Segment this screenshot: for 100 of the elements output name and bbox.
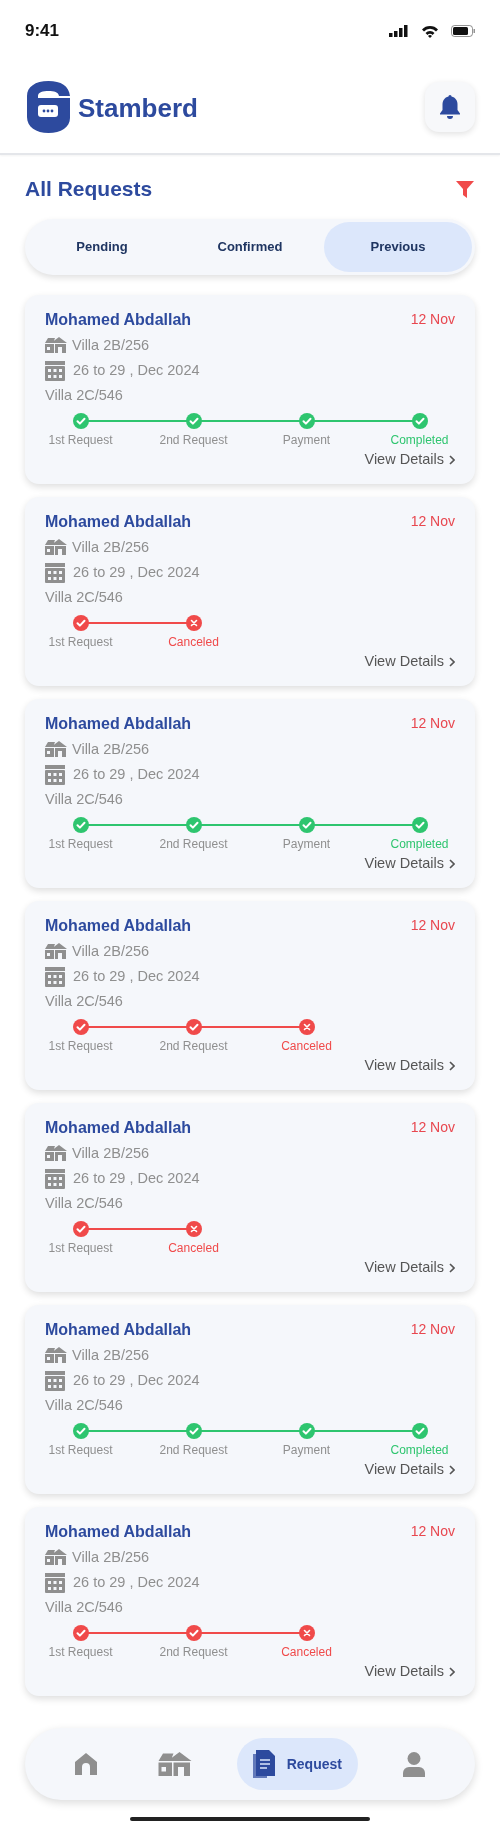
view-details-link[interactable]: View Details <box>364 1660 455 1683</box>
calendar-icon <box>45 1169 65 1190</box>
step-label: 1st Request <box>48 1441 113 1459</box>
unit-name: Villa 2C/546 <box>45 1194 123 1213</box>
chevron-right-icon <box>449 454 455 465</box>
unit-name: Villa 2C/546 <box>45 992 123 1011</box>
view-details-link[interactable]: View Details <box>364 1256 455 1279</box>
wifi-icon <box>421 24 439 38</box>
houses-icon <box>45 337 67 354</box>
houses-icon <box>45 1347 67 1364</box>
stay-dates: 26 to 29 , Dec 2024 <box>73 765 200 785</box>
filter-button[interactable] <box>455 178 475 199</box>
request-card[interactable]: Mohamed Abdallah 12 Nov Villa 2B/256 26 to 29 , Dec 2024 Villa 2C/546 1st Request 2nd Request Canceled View Details <box>25 900 475 1090</box>
stay-dates: 26 to 29 , Dec 2024 <box>73 1169 200 1189</box>
nav-tab[interactable]: Request <box>236 1738 358 1790</box>
step-label: Completed <box>390 1441 449 1459</box>
profile-icon <box>402 1751 425 1777</box>
step-label: Payment <box>282 431 331 449</box>
request-card[interactable]: Mohamed Abdallah 12 Nov Villa 2B/256 26 to 29 , Dec 2024 Villa 2C/546 1st Request 2nd Request Canceled View Details <box>25 1506 475 1696</box>
stay-dates: 26 to 29 , Dec 2024 <box>73 563 200 583</box>
property-name: Villa 2B/256 <box>72 1547 150 1567</box>
step-label: 1st Request <box>48 633 113 651</box>
chevron-right-icon <box>449 1262 455 1273</box>
guest-name: Mohamed Abdallah <box>45 713 192 734</box>
step-label: Payment <box>282 1441 331 1459</box>
step-label: 1st Request <box>48 1037 113 1055</box>
unit-name: Villa 2C/546 <box>45 588 123 607</box>
chevron-right-icon <box>449 656 455 667</box>
tab[interactable]: Confirmed <box>176 221 324 272</box>
page-title: All Requests <box>25 176 153 202</box>
battery-icon <box>451 25 475 37</box>
step-label: Completed <box>390 431 449 449</box>
chevron-right-icon <box>449 1666 455 1677</box>
step-label: Canceled <box>168 633 219 651</box>
view-details-link[interactable]: View Details <box>364 852 455 875</box>
step-label: Canceled <box>168 1239 219 1257</box>
request-date: 12 Nov <box>410 1118 455 1137</box>
chevron-right-icon <box>449 1464 455 1475</box>
unit-name: Villa 2C/546 <box>45 386 123 405</box>
stay-dates: 26 to 29 , Dec 2024 <box>73 967 200 987</box>
step-label: 1st Request <box>48 431 113 449</box>
houses-icon <box>45 539 67 556</box>
step-label: 1st Request <box>48 1643 113 1661</box>
logo-icon <box>25 80 72 133</box>
calendar-icon <box>45 1371 65 1392</box>
calendar-icon <box>45 765 65 786</box>
stay-dates: 26 to 29 , Dec 2024 <box>73 1371 200 1391</box>
guest-name: Mohamed Abdallah <box>45 1319 192 1340</box>
step-label: Canceled <box>281 1037 332 1055</box>
step-label: Completed <box>390 835 449 853</box>
property-name: Villa 2B/256 <box>72 941 150 961</box>
request-date: 12 Nov <box>410 714 455 733</box>
property-name: Villa 2B/256 <box>72 335 150 355</box>
status-time: 9:41 <box>25 20 60 43</box>
tab[interactable]: Previous <box>324 221 472 272</box>
request-card[interactable]: Mohamed Abdallah 12 Nov Villa 2B/256 26 to 29 , Dec 2024 Villa 2C/546 1st Request 2nd Request Payment Completed View Details <box>25 698 475 888</box>
houses-icon <box>45 1145 67 1162</box>
chevron-right-icon <box>449 1060 455 1071</box>
signal-icon <box>389 25 409 37</box>
guest-name: Mohamed Abdallah <box>45 511 192 532</box>
calendar-icon <box>45 563 65 584</box>
home-icon <box>75 1753 98 1775</box>
guest-name: Mohamed Abdallah <box>45 309 192 330</box>
request-card[interactable]: Mohamed Abdallah 12 Nov Villa 2B/256 26 to 29 , Dec 2024 Villa 2C/546 1st Request Canceled View Details <box>25 1102 475 1292</box>
guest-name: Mohamed Abdallah <box>45 915 192 936</box>
request-card[interactable]: Mohamed Abdallah 12 Nov Villa 2B/256 26 to 29 , Dec 2024 Villa 2C/546 1st Request 2nd Request Payment Completed View Details <box>25 294 475 484</box>
request-date: 12 Nov <box>410 916 455 935</box>
step-label: 2nd Request <box>159 1643 228 1661</box>
step-label: 2nd Request <box>159 1037 228 1055</box>
step-label: 2nd Request <box>159 1441 228 1459</box>
notifications-button[interactable] <box>425 81 475 132</box>
calendar-icon <box>45 1573 65 1594</box>
step-label: Payment <box>282 835 331 853</box>
request-date: 12 Nov <box>410 310 455 329</box>
property-name: Villa 2B/256 <box>72 1143 150 1163</box>
houses-icon <box>45 943 67 960</box>
unit-name: Villa 2C/546 <box>45 1396 123 1415</box>
houses-icon <box>45 1549 67 1566</box>
step-label: 1st Request <box>48 835 113 853</box>
request-card[interactable]: Mohamed Abdallah 12 Nov Villa 2B/256 26 to 29 , Dec 2024 Villa 2C/546 1st Request 2nd Request Payment Completed View Details <box>25 1304 475 1494</box>
view-details-link[interactable]: View Details <box>364 1054 455 1077</box>
view-details-link[interactable]: View Details <box>364 1458 455 1481</box>
calendar-icon <box>45 361 65 382</box>
step-label: 2nd Request <box>159 835 228 853</box>
view-details-link[interactable]: View Details <box>364 448 455 471</box>
request-card[interactable]: Mohamed Abdallah 12 Nov Villa 2B/256 26 to 29 , Dec 2024 Villa 2C/546 1st Request Canceled View Details <box>25 496 475 686</box>
unit-name: Villa 2C/546 <box>45 790 123 809</box>
filter-icon <box>456 179 474 198</box>
calendar-icon <box>45 967 65 988</box>
tab[interactable]: Pending <box>28 221 176 272</box>
request-date: 12 Nov <box>410 1522 455 1541</box>
request-date: 12 Nov <box>410 1320 455 1339</box>
step-label: 1st Request <box>48 1239 113 1257</box>
houses-icon <box>158 1752 193 1776</box>
unit-name: Villa 2C/546 <box>45 1598 123 1617</box>
view-details-link[interactable]: View Details <box>364 650 455 673</box>
document-icon <box>252 1750 275 1778</box>
app-name: Stamberd <box>78 92 198 125</box>
request-date: 12 Nov <box>410 512 455 531</box>
chevron-right-icon <box>449 858 455 869</box>
